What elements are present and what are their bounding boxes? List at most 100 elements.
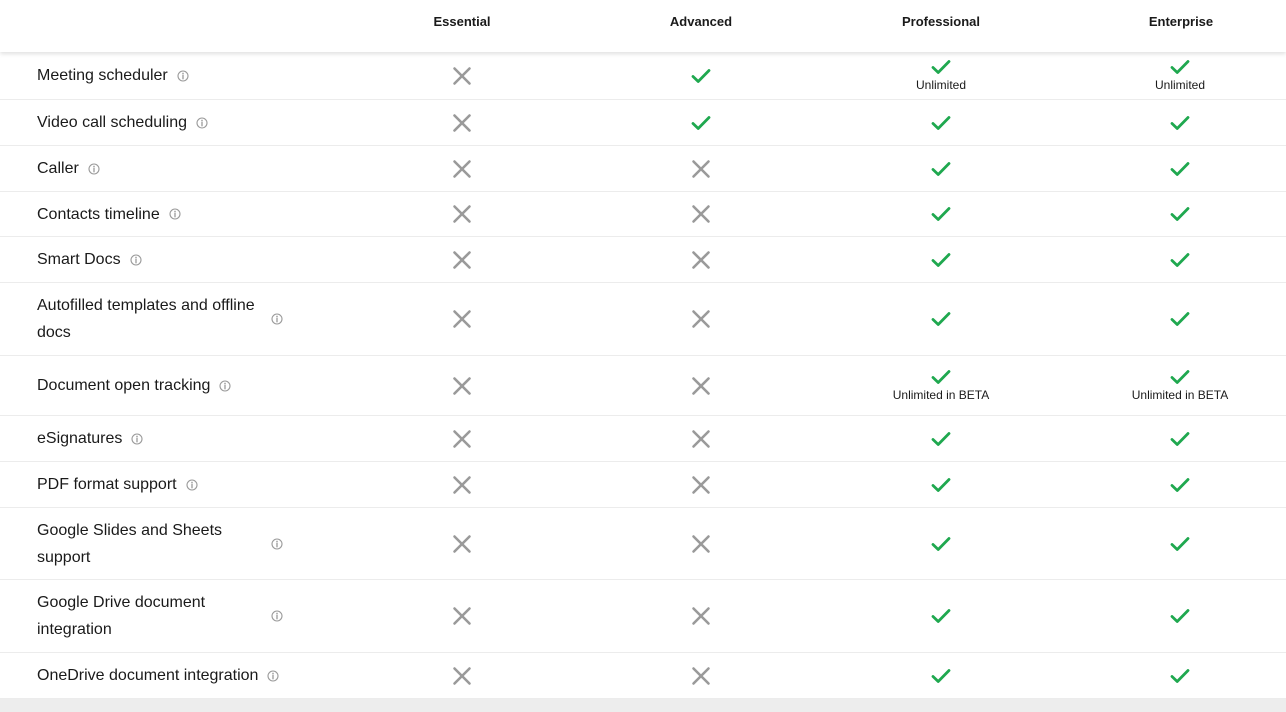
availability-cell-professional: Unlimited bbox=[821, 52, 1061, 99]
availability-cell-advanced bbox=[581, 356, 821, 415]
check-icon bbox=[931, 609, 951, 623]
check-icon bbox=[1170, 115, 1190, 130]
info-icon[interactable] bbox=[271, 537, 283, 550]
close-icon bbox=[692, 310, 710, 328]
availability-cell-advanced bbox=[581, 462, 821, 507]
availability-cell-advanced bbox=[581, 283, 821, 355]
close-icon bbox=[453, 429, 471, 448]
feature-row: Document open tracking Unlimited in BETA U… bbox=[0, 356, 1286, 416]
feature-name: PDF format support bbox=[37, 462, 198, 507]
plan-limit-note: Unlimited bbox=[915, 78, 966, 92]
info-icon[interactable] bbox=[130, 253, 142, 266]
availability-cell-professional: Unlimited in BETA bbox=[821, 356, 1061, 415]
check-icon bbox=[1170, 668, 1190, 683]
availability-cell-enterprise: Unlimited bbox=[1060, 52, 1286, 99]
feature-label: Autofilled templates and offline docs bbox=[37, 297, 255, 341]
info-icon[interactable] bbox=[88, 162, 100, 175]
feature-row: Autofilled templates and offline docs bbox=[0, 283, 1286, 356]
feature-row: Google Slides and Sheets support bbox=[0, 508, 1286, 580]
availability-cell-advanced bbox=[581, 192, 821, 236]
check-icon bbox=[931, 207, 951, 221]
close-icon bbox=[453, 250, 471, 269]
close-icon bbox=[692, 250, 710, 269]
check-icon bbox=[931, 161, 951, 176]
close-icon bbox=[692, 376, 710, 395]
availability-cell-essential bbox=[342, 52, 582, 99]
check-icon bbox=[1170, 431, 1190, 446]
check-icon bbox=[1170, 60, 1190, 74]
close-icon bbox=[453, 607, 471, 625]
availability-cell-enterprise bbox=[1060, 462, 1286, 507]
check-icon bbox=[1170, 609, 1190, 623]
close-icon bbox=[453, 376, 471, 395]
availability-cell-essential bbox=[342, 356, 582, 415]
close-icon bbox=[453, 534, 471, 553]
availability-cell-essential bbox=[342, 462, 582, 507]
feature-row: OneDrive document integration bbox=[0, 653, 1286, 699]
feature-row: eSignatures bbox=[0, 416, 1286, 462]
feature-name: Meeting scheduler bbox=[37, 52, 189, 99]
availability-cell-professional bbox=[821, 283, 1061, 355]
info-icon[interactable] bbox=[219, 379, 231, 392]
feature-label: eSignatures bbox=[37, 430, 123, 447]
check-icon bbox=[931, 312, 951, 326]
plan-professional-heading: Professional bbox=[901, 14, 981, 29]
availability-cell-enterprise bbox=[1060, 192, 1286, 236]
close-icon bbox=[453, 113, 471, 132]
availability-cell-enterprise bbox=[1060, 283, 1286, 355]
availability-cell-professional bbox=[821, 416, 1061, 461]
availability-cell-essential bbox=[342, 580, 582, 652]
close-icon bbox=[453, 159, 471, 178]
availability-cell-enterprise bbox=[1060, 416, 1286, 461]
info-icon[interactable] bbox=[267, 669, 280, 682]
availability-cell-essential bbox=[342, 283, 582, 355]
availability-cell-professional bbox=[821, 462, 1061, 507]
feature-name: OneDrive document integration bbox=[37, 653, 280, 698]
availability-cell-advanced bbox=[581, 100, 821, 145]
close-icon bbox=[692, 205, 710, 223]
check-icon bbox=[931, 536, 951, 551]
close-icon bbox=[692, 475, 710, 494]
availability-cell-professional bbox=[821, 192, 1061, 236]
plan-advanced-heading: Advanced bbox=[669, 14, 733, 29]
info-icon[interactable] bbox=[271, 313, 283, 325]
check-icon bbox=[1170, 161, 1190, 176]
check-icon bbox=[931, 431, 951, 446]
info-icon[interactable] bbox=[131, 432, 143, 445]
plan-essential-heading: Essential bbox=[433, 14, 491, 29]
close-icon bbox=[453, 205, 471, 223]
check-icon bbox=[931, 370, 951, 384]
plan-limit-note: Unlimited in BETA bbox=[1131, 388, 1229, 402]
availability-cell-professional bbox=[821, 508, 1061, 579]
availability-cell-advanced bbox=[581, 237, 821, 282]
availability-cell-professional bbox=[821, 580, 1061, 652]
feature-row: PDF format support bbox=[0, 462, 1286, 508]
availability-cell-advanced bbox=[581, 146, 821, 191]
feature-label: Google Drive document integration bbox=[37, 594, 206, 638]
info-icon[interactable] bbox=[169, 208, 181, 220]
availability-cell-advanced bbox=[581, 653, 821, 698]
feature-row: Video call scheduling bbox=[0, 100, 1286, 146]
close-icon bbox=[692, 666, 710, 685]
availability-cell-enterprise bbox=[1060, 653, 1286, 698]
check-icon bbox=[1170, 370, 1190, 384]
check-icon bbox=[931, 115, 951, 130]
availability-cell-essential bbox=[342, 100, 582, 145]
availability-cell-enterprise bbox=[1060, 100, 1286, 145]
info-icon[interactable] bbox=[271, 610, 283, 622]
feature-label: Video call scheduling bbox=[37, 114, 188, 131]
check-icon bbox=[1170, 252, 1190, 267]
feature-name: Autofilled templates and offline docs bbox=[37, 283, 283, 355]
info-icon[interactable] bbox=[186, 478, 198, 491]
plan-enterprise-heading: Enterprise bbox=[1148, 14, 1214, 29]
info-icon[interactable] bbox=[196, 116, 208, 129]
feature-name: Smart Docs bbox=[37, 237, 142, 282]
availability-cell-professional bbox=[821, 653, 1061, 698]
feature-row: Contacts timeline bbox=[0, 192, 1286, 237]
feature-label: Smart Docs bbox=[37, 251, 121, 268]
availability-cell-advanced bbox=[581, 508, 821, 579]
close-icon bbox=[453, 310, 471, 328]
check-icon bbox=[1170, 536, 1190, 551]
plan-limit-note: Unlimited bbox=[1154, 78, 1205, 92]
info-icon[interactable] bbox=[177, 69, 189, 82]
